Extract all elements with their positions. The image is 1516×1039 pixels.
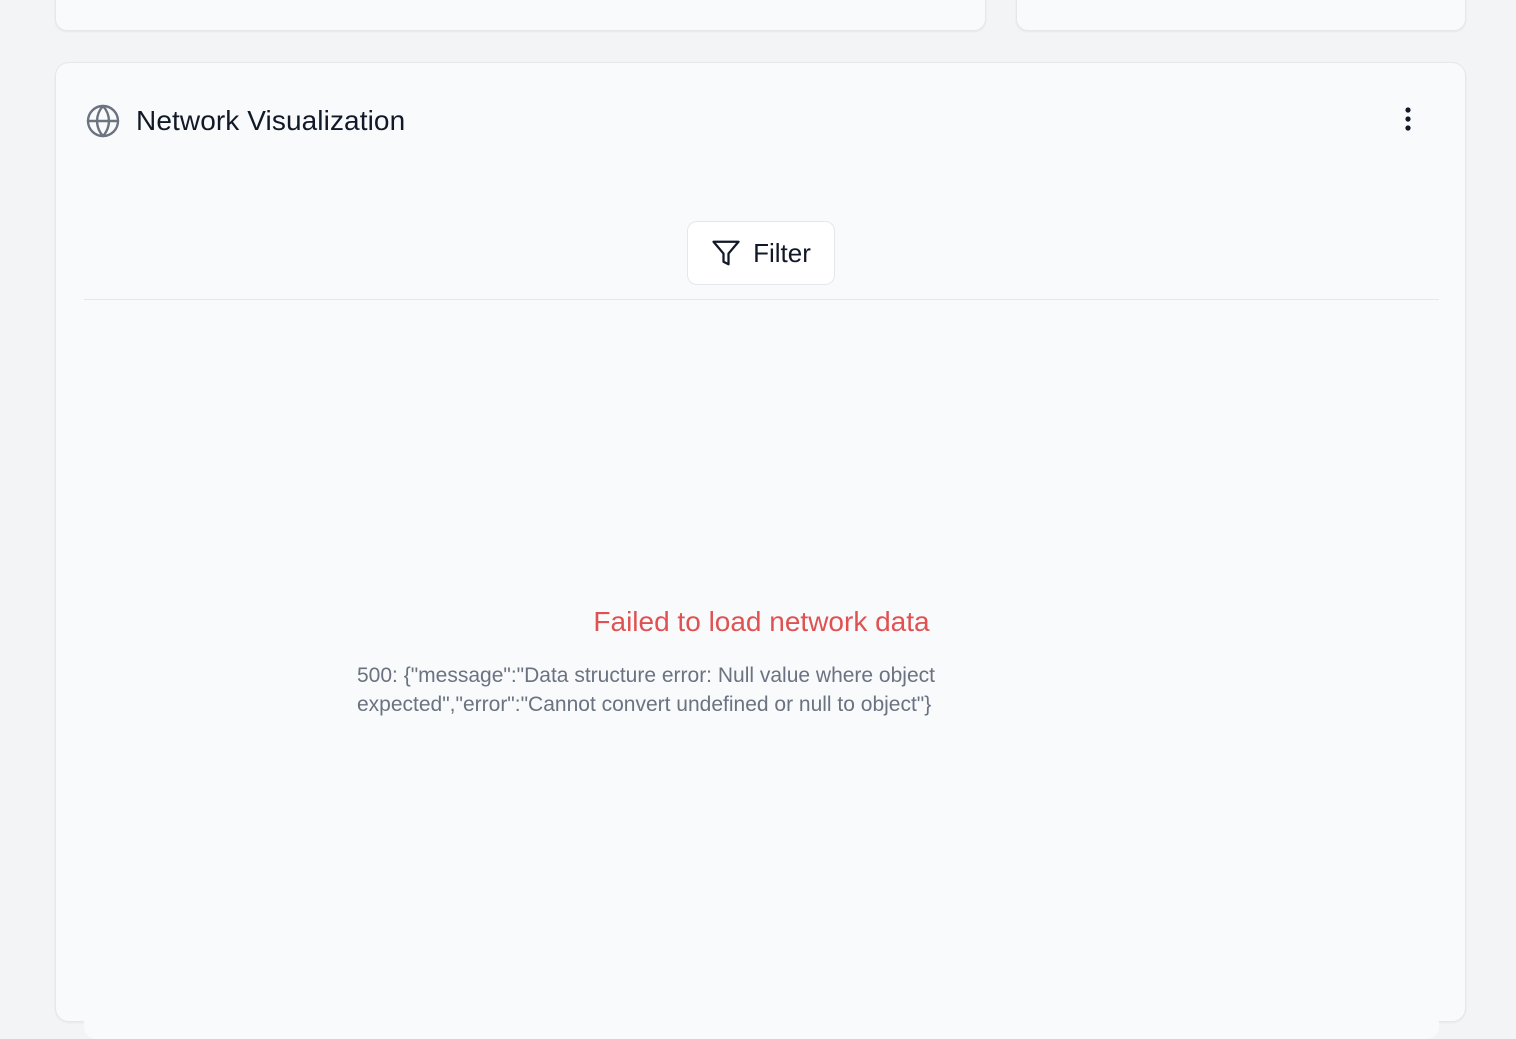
visualization-area: Filter Failed to load network data 500: … — [84, 179, 1439, 1039]
more-options-button[interactable] — [1392, 103, 1424, 139]
error-detail: 500: {"message":"Data structure error: N… — [357, 664, 935, 716]
top-card-right — [1016, 0, 1466, 31]
more-vertical-icon — [1404, 106, 1412, 137]
filter-button[interactable]: Filter — [687, 221, 835, 285]
panel-title: Network Visualization — [136, 105, 406, 136]
top-card-left — [55, 0, 986, 31]
filter-label: Filter — [753, 237, 811, 268]
error-title: Failed to load network data — [593, 606, 930, 637]
globe-icon — [85, 103, 121, 139]
panel-header: Network Visualization — [85, 103, 405, 139]
visualization-toolbar: Filter — [84, 179, 1439, 300]
filter-icon — [711, 238, 741, 268]
network-visualization-panel: Network Visualization Filter Failed to l… — [55, 62, 1466, 1039]
